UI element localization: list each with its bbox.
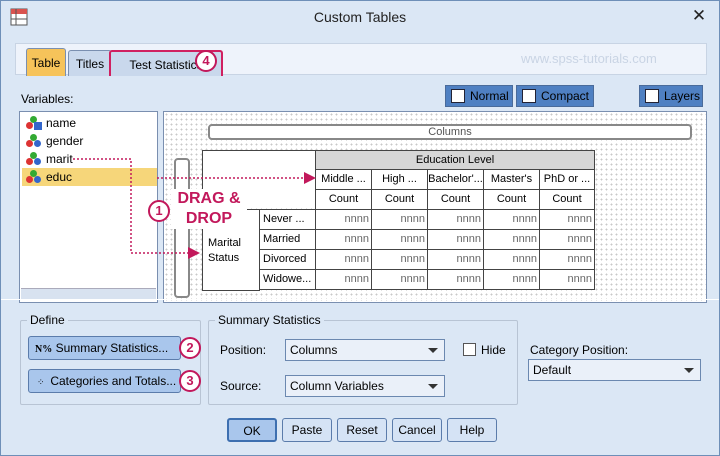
callout-badge-2: 2 (179, 337, 201, 359)
summary-statistics-label: Summary Statistics... (55, 341, 169, 355)
paste-button[interactable]: Paste (282, 418, 332, 442)
source-select[interactable]: Column Variables (285, 375, 445, 397)
section-separator (1, 299, 719, 300)
categories-and-totals-label: Categories and Totals... (50, 374, 177, 388)
define-legend: Define (30, 313, 65, 327)
help-button[interactable]: Help (447, 418, 497, 442)
hide-checkbox[interactable] (463, 343, 476, 356)
source-label: Source: (220, 379, 262, 393)
chevron-down-icon (684, 368, 694, 373)
ok-button[interactable]: OK (227, 418, 277, 442)
callout-badge-1: 1 (148, 200, 170, 222)
position-label: Position: (220, 343, 267, 357)
categories-icon: ⁘ (37, 377, 45, 387)
drag-and-drop-annotation: DRAG & DROP (171, 189, 247, 229)
chevron-down-icon (428, 348, 438, 353)
category-position-value: Default (533, 363, 572, 377)
position-select[interactable]: Columns (285, 339, 445, 361)
chevron-down-icon (428, 384, 438, 389)
drag-drop-arrows (73, 158, 316, 259)
categories-and-totals-button[interactable]: ⁘ Categories and Totals... (28, 369, 181, 393)
category-position-label: Category Position: (530, 343, 629, 357)
custom-tables-dialog: Custom Tables ✕ Table Titles Test Statis… (0, 0, 720, 456)
cancel-button[interactable]: Cancel (392, 418, 442, 442)
summary-statistics-button[interactable]: N% Summary Statistics... (28, 336, 181, 360)
position-value: Columns (290, 343, 338, 357)
hide-label: Hide (481, 343, 506, 357)
source-value: Column Variables (290, 379, 384, 393)
summary-statistics-legend: Summary Statistics (218, 313, 321, 327)
callout-badge-3: 3 (179, 370, 201, 392)
category-position-select[interactable]: Default (528, 359, 701, 381)
summary-statistics-icon: N% (35, 344, 53, 355)
reset-button[interactable]: Reset (337, 418, 387, 442)
